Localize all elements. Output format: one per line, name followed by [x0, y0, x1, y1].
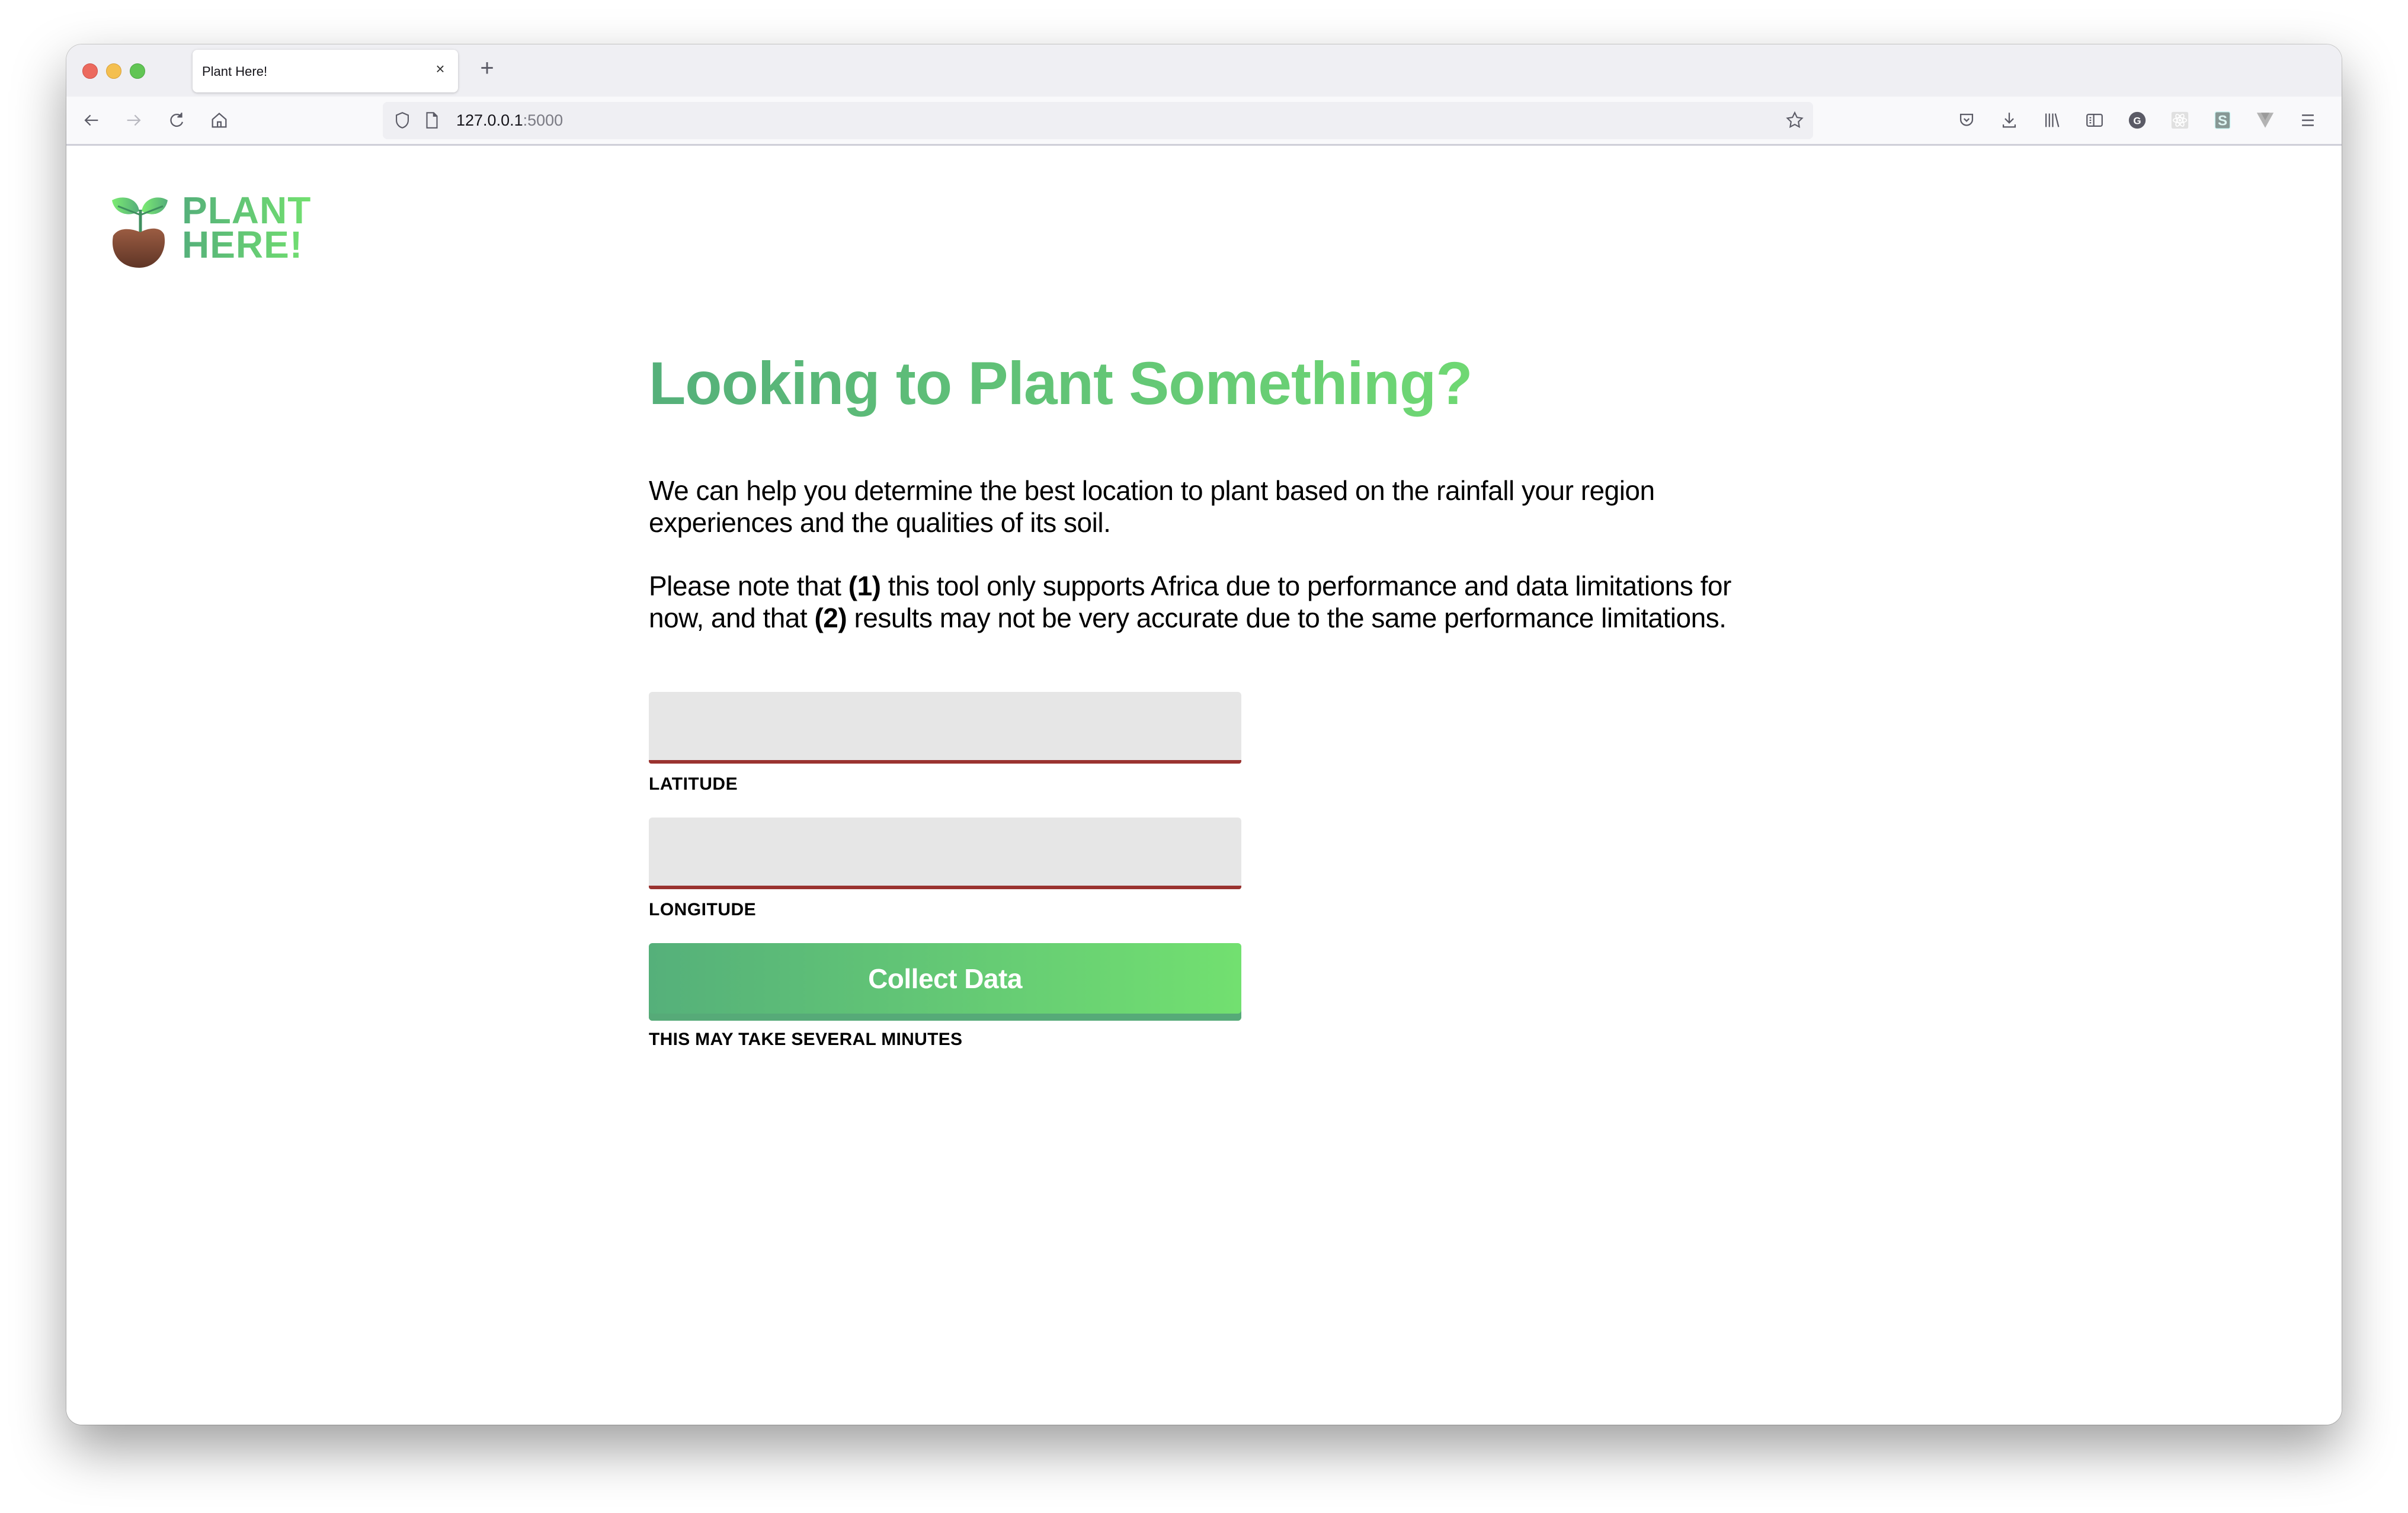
url-host: 127.0.0.1 — [456, 111, 523, 129]
grammarly-extension-icon[interactable]: G — [2125, 108, 2149, 132]
url-bar[interactable]: 127.0.0.1:5000 — [383, 102, 1813, 139]
note-text-3: results may not be very accurate due to … — [847, 602, 1727, 633]
menu-icon[interactable] — [2296, 108, 2320, 132]
maximize-window-button[interactable] — [130, 63, 145, 79]
close-window-button[interactable] — [82, 63, 98, 79]
page-title: Looking to Plant Something? — [649, 350, 1473, 417]
minimize-window-button[interactable] — [106, 63, 121, 79]
svg-text:S: S — [2218, 113, 2227, 129]
forward-arrow-icon[interactable] — [122, 108, 146, 132]
react-devtools-icon[interactable] — [2168, 108, 2192, 132]
wait-time-note: THIS MAY TAKE SEVERAL MINUTES — [649, 1030, 963, 1049]
home-icon[interactable] — [207, 108, 231, 132]
seedling-icon — [112, 197, 168, 268]
note-marker-1: (1) — [848, 570, 881, 601]
library-icon[interactable] — [2040, 108, 2064, 132]
tab-title: Plant Here! — [202, 64, 268, 79]
tab-plant-here[interactable]: Plant Here! × — [193, 50, 458, 92]
stylus-extension-icon[interactable]: S — [2211, 108, 2234, 132]
logo-line-2: HERE! — [182, 223, 303, 266]
note-text-1: Please note that — [649, 570, 848, 601]
back-arrow-icon[interactable] — [79, 108, 103, 132]
intro-paragraph: We can help you determine the best locat… — [649, 475, 1655, 538]
page-icon — [422, 110, 442, 130]
logo-line-1: PLANT — [182, 189, 312, 232]
vue-devtools-icon[interactable] — [2253, 108, 2277, 132]
shield-icon[interactable] — [392, 110, 412, 130]
navigation-toolbar: 127.0.0.1:5000 G S — [66, 97, 2342, 146]
logo-text: PLANT HERE! — [182, 193, 311, 262]
download-icon[interactable] — [1997, 108, 2021, 132]
svg-text:G: G — [2133, 115, 2141, 126]
longitude-label: LONGITUDE — [649, 900, 757, 919]
reload-icon[interactable] — [165, 108, 188, 132]
collect-data-label: Collect Data — [868, 963, 1022, 994]
pocket-icon[interactable] — [1955, 108, 1978, 132]
tab-strip: Plant Here! × + — [66, 44, 2342, 97]
note-marker-2: (2) — [814, 602, 847, 633]
longitude-input[interactable] — [649, 818, 1241, 889]
url-port: :5000 — [523, 111, 563, 129]
new-tab-button[interactable]: + — [475, 56, 499, 80]
collect-data-button[interactable]: Collect Data — [649, 943, 1241, 1021]
limitations-note: Please note that (1) this tool only supp… — [649, 570, 1745, 634]
bookmark-star-icon[interactable] — [1785, 110, 1805, 130]
page-content: PLANT HERE! Looking to Plant Something? … — [66, 146, 2342, 1425]
close-tab-icon[interactable]: × — [432, 60, 449, 77]
url-text[interactable]: 127.0.0.1:5000 — [456, 111, 563, 130]
latitude-label: LATITUDE — [649, 774, 738, 794]
latitude-input[interactable] — [649, 692, 1241, 764]
sidebar-icon[interactable] — [2083, 108, 2106, 132]
site-logo[interactable]: PLANT HERE! — [111, 193, 348, 270]
browser-window: Plant Here! × + 127.0.0.1:5000 G S PLANT… — [66, 44, 2342, 1425]
